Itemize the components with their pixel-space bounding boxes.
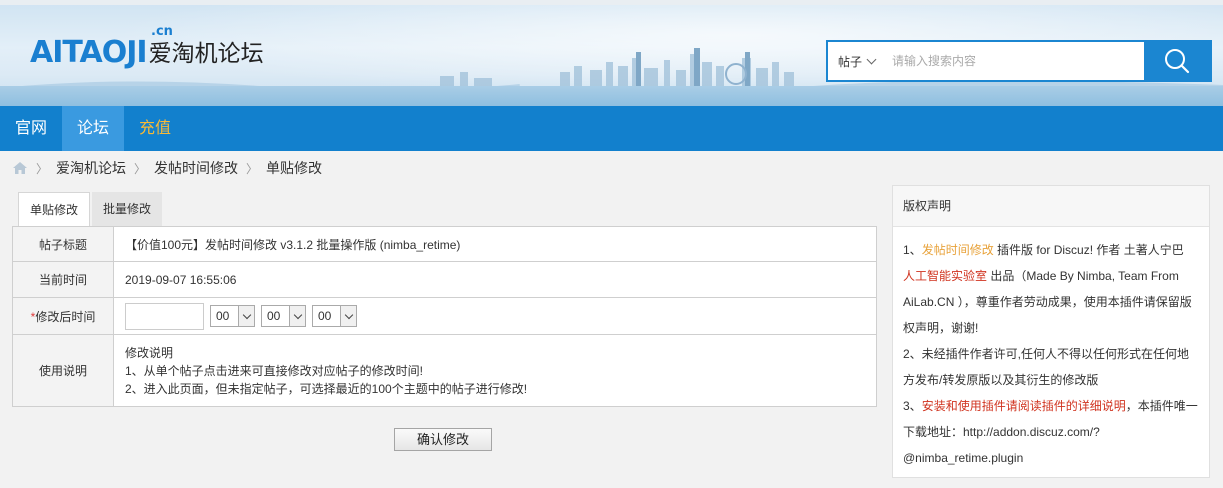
breadcrumb-item-current: 单贴修改 [266, 160, 323, 176]
breadcrumb-separator: 〉 [36, 161, 49, 176]
date-input[interactable] [125, 302, 204, 330]
copyright-paragraph-3: 3、安装和使用插件请阅读插件的详细说明，本插件唯一下载地址：http://add… [903, 393, 1199, 471]
plugin-docs-link[interactable]: 安装和使用插件请阅读插件的详细说明 [922, 399, 1126, 413]
home-icon[interactable] [12, 161, 28, 175]
para-1-prefix: 1、 [903, 243, 922, 257]
hour-select[interactable]: 00 [210, 305, 255, 327]
copyright-paragraph-2: 2、未经插件作者许可,任何人不得以任何形式在任何地方发布/转发原版以及其衍生的修… [903, 347, 1190, 387]
plugin-name-link[interactable]: 发帖时间修改 [922, 243, 994, 257]
search-box: 帖子 [826, 40, 1212, 82]
form-label-title: 帖子标题 [12, 226, 114, 262]
chevron-down-icon [866, 54, 877, 64]
search-icon [1165, 49, 1190, 74]
site-logo[interactable]: AITAOJI .cn 爱淘机论坛 [30, 24, 264, 70]
tab-batch-edit[interactable]: 批量修改 [92, 192, 163, 226]
breadcrumb-item-plugin[interactable]: 发帖时间修改 [154, 158, 238, 178]
usage-line-heading: 修改说明 [125, 345, 174, 360]
header-banner: AITAOJI .cn 爱淘机论坛 帖子 [0, 0, 1223, 106]
logo-domain-suffix: .cn [151, 24, 173, 39]
form-row-usage: 使用说明 修改说明 1、从单个帖子点击进来可直接修改对应帖子的修改时间! 2、进… [12, 334, 877, 407]
usage-line-1: 1、从单个帖子点击进来可直接修改对应帖子的修改时间! [125, 363, 424, 378]
copyright-body: 1、发帖时间修改 插件版 for Discuz! 作者 土著人宁巴 人工智能实验… [893, 227, 1209, 471]
copyright-paragraph-1: 1、发帖时间修改 插件版 for Discuz! 作者 土著人宁巴 人工智能实验… [903, 237, 1199, 341]
form-label-modified-time: *修改后时间 [12, 297, 114, 335]
modified-time-label: 修改后时间 [35, 309, 96, 324]
second-select-value: 00 [318, 309, 332, 323]
form-label-current-time: 当前时间 [12, 261, 114, 298]
breadcrumb: 〉 爱淘机论坛 〉 发帖时间修改 〉 单贴修改 [12, 158, 322, 178]
breadcrumb-separator: 〉 [134, 161, 147, 176]
usage-instructions: 修改说明 1、从单个帖子点击进来可直接修改对应帖子的修改时间! 2、进入此页面，… [113, 334, 877, 407]
chevron-down-icon [238, 306, 254, 326]
ai-lab-link[interactable]: 人工智能实验室 [903, 269, 987, 283]
tab-single-edit[interactable]: 单贴修改 [18, 192, 91, 226]
search-type-label: 帖子 [838, 54, 863, 69]
nav-item-official-site[interactable]: 官网 [0, 106, 62, 151]
search-input[interactable] [886, 42, 1144, 80]
chevron-down-icon [289, 306, 305, 326]
minute-select[interactable]: 00 [261, 305, 306, 327]
second-select[interactable]: 00 [312, 305, 357, 327]
breadcrumb-separator: 〉 [246, 161, 259, 176]
tab-bar: 单贴修改 批量修改 [12, 192, 877, 226]
main-nav: 官网 论坛 充值 [0, 106, 1223, 151]
confirm-modify-button[interactable]: 确认修改 [394, 428, 492, 451]
modified-time-cell: 00 00 00 [113, 297, 877, 335]
nav-item-recharge[interactable]: 充值 [124, 106, 186, 151]
modified-time-controls: 00 00 00 [125, 302, 876, 330]
breadcrumb-item-forum[interactable]: 爱淘机论坛 [56, 158, 126, 178]
main-panel: 单贴修改 批量修改 帖子标题 【价值100元】发帖时间修改 v3.1.2 批量操… [12, 192, 877, 451]
form-row-title: 帖子标题 【价值100元】发帖时间修改 v3.1.2 批量操作版 (nimba_… [12, 226, 877, 262]
form-row-modified-time: *修改后时间 00 00 00 [12, 297, 877, 335]
logo-text-en: AITAOJI [30, 35, 148, 70]
form-row-current-time: 当前时间 2019-09-07 16:55:06 [12, 261, 877, 298]
post-title-value: 【价值100元】发帖时间修改 v3.1.2 批量操作版 (nimba_retim… [113, 226, 877, 262]
current-time-value: 2019-09-07 16:55:06 [113, 261, 877, 298]
form-label-usage: 使用说明 [12, 334, 114, 407]
para-3-prefix: 3、 [903, 399, 922, 413]
usage-line-2: 2、进入此页面，但未指定帖子，可选择最近的100个主题中的帖子进行修改! [125, 381, 528, 396]
nav-item-forum[interactable]: 论坛 [62, 106, 125, 151]
copyright-title: 版权声明 [893, 186, 1209, 227]
hour-select-value: 00 [216, 309, 230, 323]
copyright-panel: 版权声明 1、发帖时间修改 插件版 for Discuz! 作者 土著人宁巴 人… [892, 185, 1210, 478]
minute-select-value: 00 [267, 309, 281, 323]
banner-water [0, 86, 1223, 106]
search-button[interactable] [1144, 42, 1210, 80]
search-type-dropdown[interactable]: 帖子 [828, 42, 886, 80]
usage-text: 修改说明 1、从单个帖子点击进来可直接修改对应帖子的修改时间! 2、进入此页面，… [125, 342, 876, 400]
para-1-text-a: 插件版 for Discuz! 作者 土著人宁巴 [993, 243, 1184, 257]
edit-form-table: 帖子标题 【价值100元】发帖时间修改 v3.1.2 批量操作版 (nimba_… [12, 226, 877, 407]
chevron-down-icon [340, 306, 356, 326]
logo-text-cn: 爱淘机论坛 [148, 40, 264, 66]
